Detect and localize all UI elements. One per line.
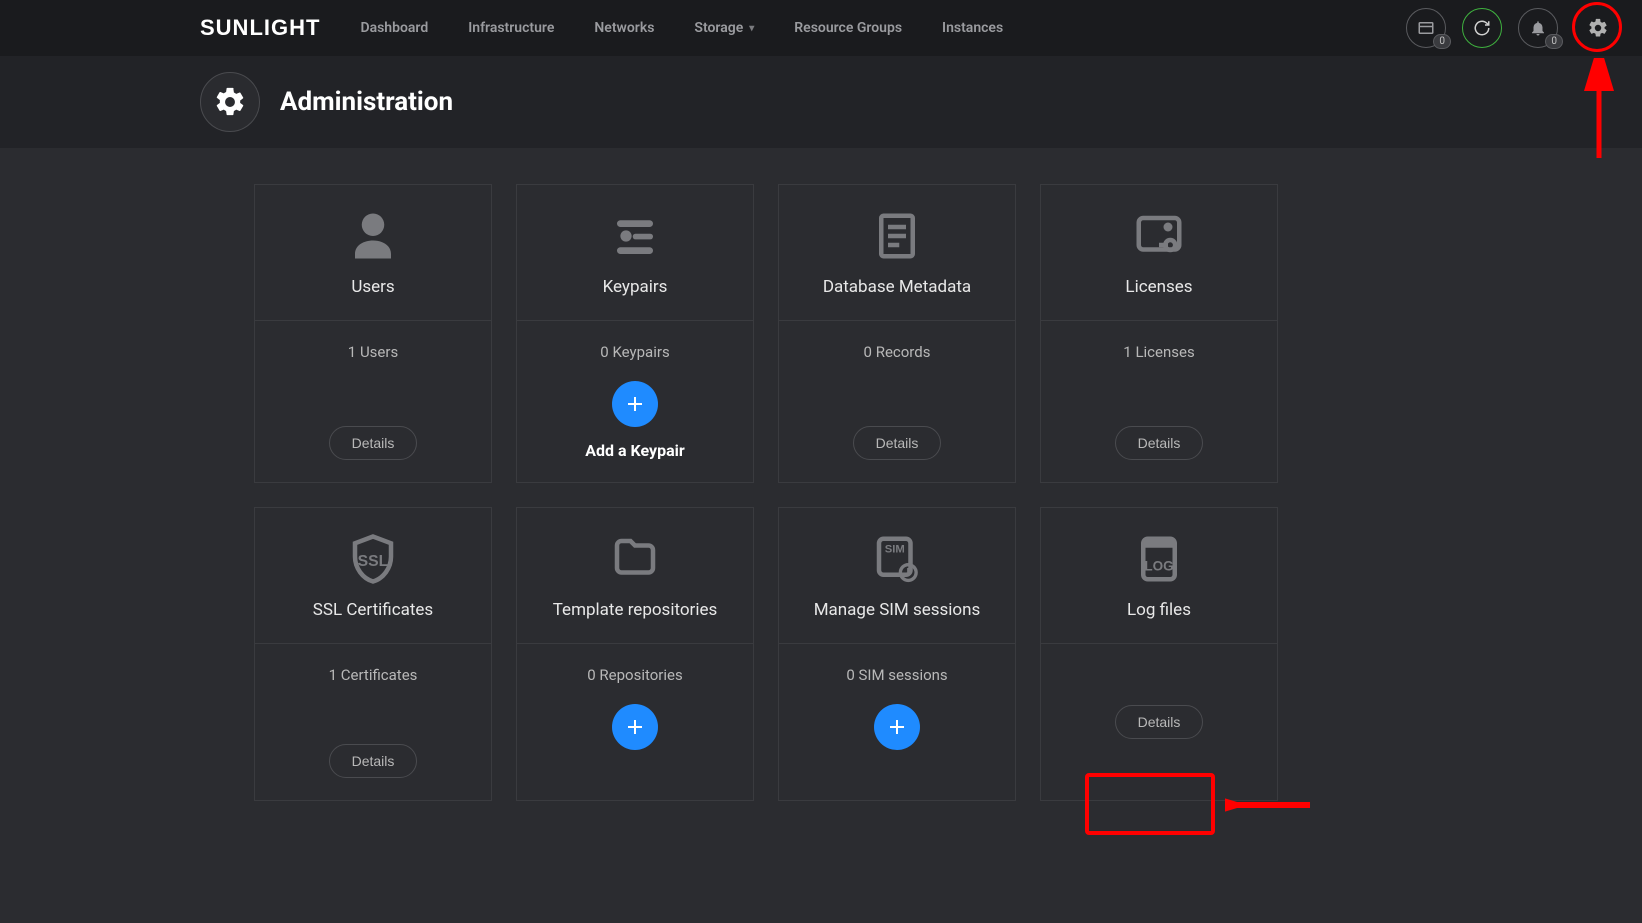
card-licenses: Licenses 1 Licenses Details [1040, 184, 1278, 483]
user-icon [346, 209, 400, 263]
card-title: Keypairs [603, 277, 668, 297]
license-icon [1132, 209, 1186, 263]
svg-text:LOG: LOG [1144, 558, 1173, 573]
card-bottom: 1 Users Details [255, 321, 491, 482]
nav-storage-label: Storage [694, 20, 743, 36]
brand-logo: SUNLIGHT [200, 15, 320, 41]
nav-infrastructure[interactable]: Infrastructure [468, 20, 554, 36]
settings-wrap [1574, 4, 1622, 52]
shield-icon: SSL [346, 532, 400, 586]
logs-details-button[interactable]: Details [1115, 705, 1204, 739]
card-ssl: SSL SSL Certificates 1 Certificates Deta… [254, 507, 492, 801]
sync-icon [1473, 19, 1491, 37]
nav-instances[interactable]: Instances [942, 20, 1003, 36]
card-top: Database Metadata [779, 185, 1015, 321]
card-count: 0 Repositories [587, 666, 682, 684]
chevron-down-icon: ▾ [749, 23, 754, 34]
plus-icon [623, 392, 647, 416]
gear-icon [213, 85, 247, 119]
top-navbar: SUNLIGHT Dashboard Infrastructure Networ… [0, 0, 1642, 56]
card-title: SSL Certificates [313, 600, 433, 620]
document-icon [870, 209, 924, 263]
card-keypairs: Keypairs 0 Keypairs Add a Keypair [516, 184, 754, 483]
card-title: Licenses [1125, 277, 1192, 297]
add-template-button[interactable] [612, 704, 658, 750]
content: Users 1 Users Details Keypairs 0 Keypair… [0, 148, 1642, 801]
card-count: 1 Licenses [1123, 343, 1194, 361]
card-top: SIM Manage SIM sessions [779, 508, 1015, 644]
page-header-icon [200, 72, 260, 132]
inbox-icon [1417, 19, 1435, 37]
key-icon [608, 209, 662, 263]
notifications-button[interactable]: 0 [1518, 8, 1558, 48]
card-top: Keypairs [517, 185, 753, 321]
card-templates: Template repositories 0 Repositories [516, 507, 754, 801]
gear-icon [1587, 17, 1609, 39]
card-count: 0 Records [864, 343, 931, 361]
svg-text:SSL: SSL [358, 552, 389, 569]
add-sim-button[interactable] [874, 704, 920, 750]
card-bottom: 0 Keypairs Add a Keypair [517, 321, 753, 482]
card-database: Database Metadata 0 Records Details [778, 184, 1016, 483]
nav-dashboard[interactable]: Dashboard [360, 20, 428, 36]
card-users: Users 1 Users Details [254, 184, 492, 483]
notifications-badge: 0 [1545, 34, 1563, 49]
sync-button[interactable] [1462, 8, 1502, 48]
card-top: LOG Log files [1041, 508, 1277, 644]
svg-text:SIM: SIM [885, 543, 905, 555]
card-top: SSL SSL Certificates [255, 508, 491, 644]
plus-icon [885, 715, 909, 739]
navbar-right: 0 0 [1406, 4, 1622, 52]
users-details-button[interactable]: Details [329, 426, 418, 460]
card-count: 0 SIM sessions [846, 666, 947, 684]
plus-icon [623, 715, 647, 739]
card-bottom: 0 Records Details [779, 321, 1015, 482]
ssl-details-button[interactable]: Details [329, 744, 418, 778]
nav-storage[interactable]: Storage ▾ [694, 20, 754, 36]
card-title: Template repositories [553, 600, 718, 620]
card-top: Licenses [1041, 185, 1277, 321]
sim-icon: SIM [870, 532, 924, 586]
card-grid: Users 1 Users Details Keypairs 0 Keypair… [254, 184, 1642, 801]
page-title: Administration [280, 87, 453, 117]
card-bottom: 0 SIM sessions [779, 644, 1015, 800]
card-title: Manage SIM sessions [814, 600, 981, 620]
folder-icon [608, 532, 662, 586]
card-title: Users [351, 277, 394, 297]
card-count: 1 Users [348, 343, 398, 361]
inbox-badge: 0 [1433, 34, 1451, 49]
card-bottom: 0 Repositories [517, 644, 753, 800]
card-bottom: Details [1041, 644, 1277, 800]
card-bottom: 1 Certificates Details [255, 644, 491, 800]
nav-networks[interactable]: Networks [594, 20, 654, 36]
card-bottom: 1 Licenses Details [1041, 321, 1277, 482]
nav-resource-groups[interactable]: Resource Groups [794, 20, 902, 36]
settings-button[interactable] [1584, 14, 1612, 42]
nav-links: Dashboard Infrastructure Networks Storag… [360, 20, 1003, 36]
database-details-button[interactable]: Details [853, 426, 942, 460]
licenses-details-button[interactable]: Details [1115, 426, 1204, 460]
card-count: 0 Keypairs [600, 343, 669, 361]
log-icon: LOG [1132, 532, 1186, 586]
add-keypair-button[interactable] [612, 381, 658, 427]
card-sim: SIM Manage SIM sessions 0 SIM sessions [778, 507, 1016, 801]
card-top: Template repositories [517, 508, 753, 644]
card-top: Users [255, 185, 491, 321]
card-count: 1 Certificates [329, 666, 418, 684]
card-title: Log files [1127, 600, 1191, 620]
inbox-button[interactable]: 0 [1406, 8, 1446, 48]
page-header: Administration [0, 56, 1642, 148]
add-keypair-label: Add a Keypair [585, 441, 685, 460]
card-title: Database Metadata [823, 277, 971, 297]
card-logs: LOG Log files Details [1040, 507, 1278, 801]
bell-icon [1529, 19, 1547, 37]
